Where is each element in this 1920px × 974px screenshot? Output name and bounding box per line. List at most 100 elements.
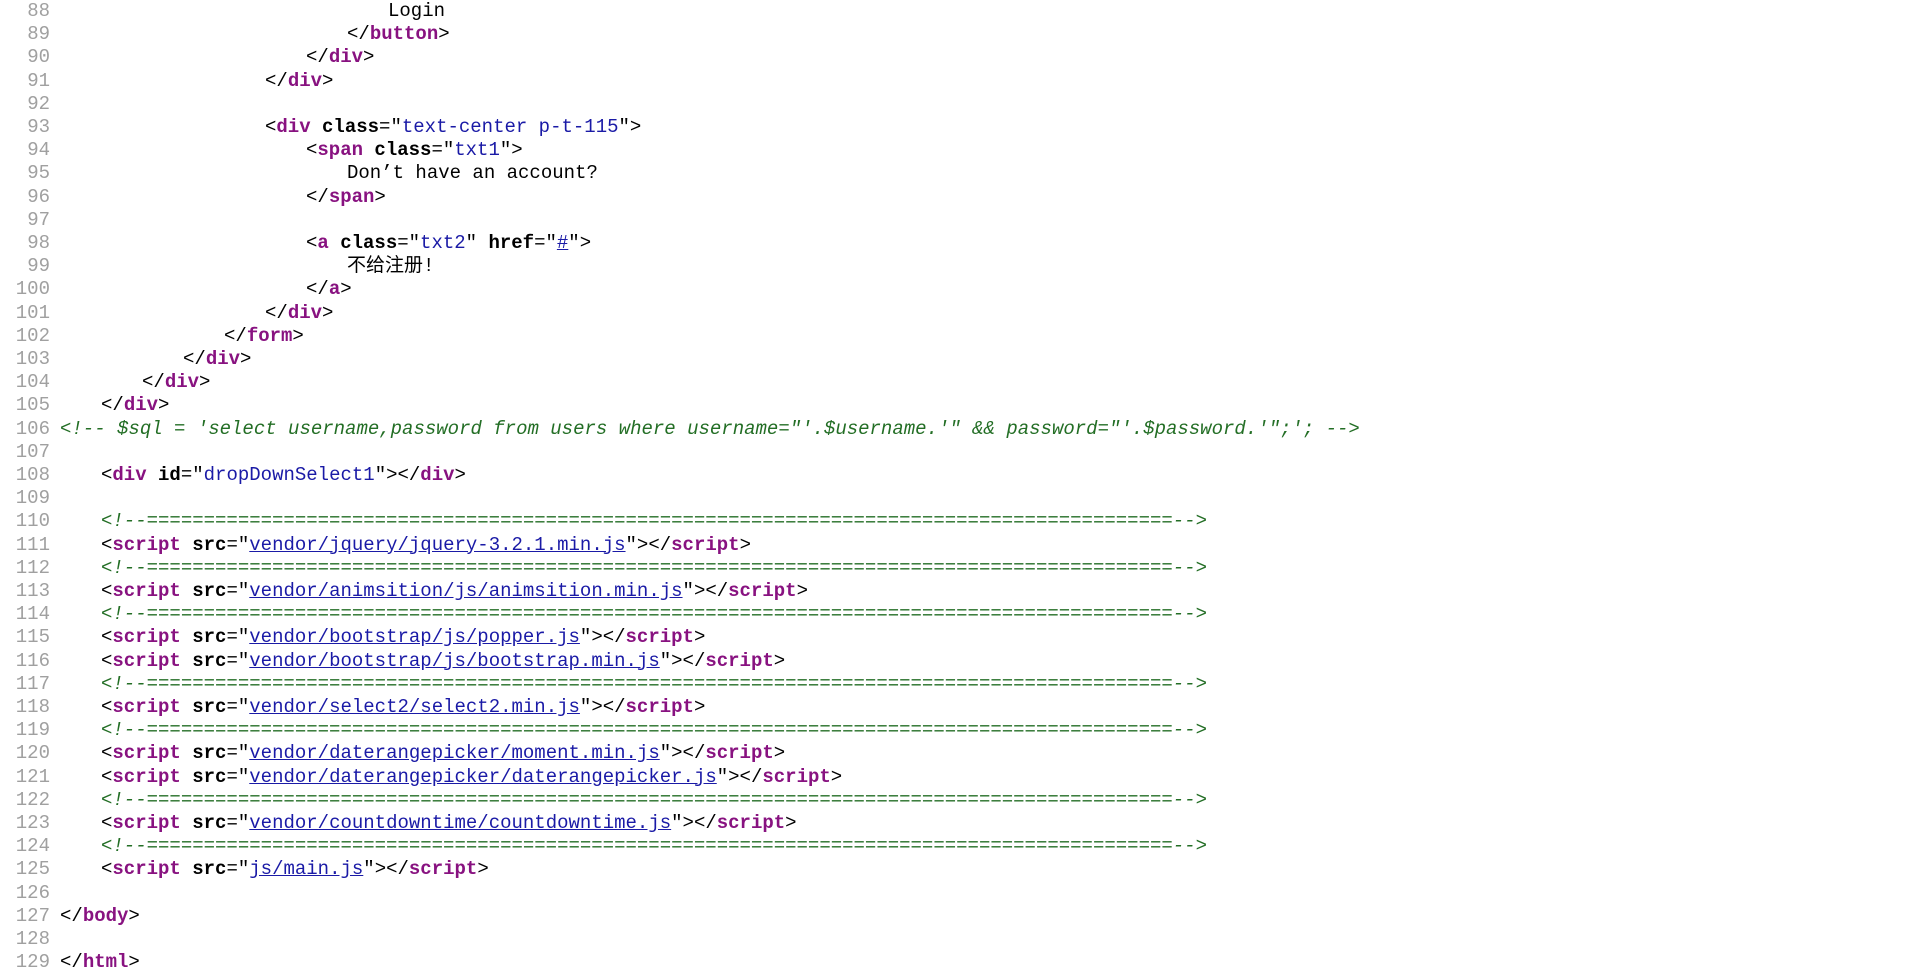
source-link[interactable]: vendor/daterangepicker/daterangepicker.j… [249, 766, 716, 788]
line-code: <script src="vendor/daterangepicker/date… [50, 766, 842, 789]
line-code: </body> [50, 905, 140, 928]
attribute-value: txt1 [454, 139, 500, 162]
source-link[interactable]: vendor/bootstrap/js/popper.js [249, 626, 580, 648]
line-code: </span> [50, 186, 386, 209]
markup-punctuation: > [363, 46, 375, 69]
source-line: 109 [0, 487, 60, 510]
line-number: 126 [15, 881, 50, 904]
markup-punctuation: > [454, 464, 466, 486]
html-tag-name: div [328, 46, 364, 69]
source-link[interactable]: vendor/daterangepicker/moment.min.js [249, 742, 659, 764]
html-comment: <!--====================================… [101, 603, 1207, 626]
text-content [181, 580, 192, 602]
text-content [181, 742, 192, 764]
line-number: 128 [15, 928, 50, 950]
html-tag-name: script [112, 812, 181, 834]
line-number: 111 [15, 533, 50, 556]
line-number: 120 [15, 742, 50, 765]
markup-punctuation: </ [347, 23, 370, 46]
markup-punctuation: "></ [374, 464, 421, 486]
line-code: </form> [50, 325, 304, 348]
html-comment: <!--====================================… [101, 672, 1207, 695]
line-code: <script src="vendor/select2/select2.min.… [50, 696, 705, 719]
source-line: 123 <script src="vendor/countdowntime/cou… [0, 812, 797, 835]
html-tag-name: div [205, 348, 241, 370]
source-link[interactable]: js/main.js [249, 858, 363, 880]
text-content [181, 766, 192, 788]
markup-punctuation: =" [226, 696, 250, 718]
html-tag-name: a [328, 278, 341, 301]
source-line: 114 <!--=================================… [0, 603, 1207, 626]
markup-punctuation: > [477, 858, 489, 881]
attribute-name: src [192, 765, 227, 788]
source-line: 98 <a class="txt2" href="#"> [0, 232, 591, 255]
text-content [181, 626, 192, 648]
line-number: 129 [15, 951, 50, 974]
markup-punctuation: </ [306, 278, 329, 301]
source-line: 108 <div id="dropDownSelect1"></div> [0, 464, 466, 487]
markup-punctuation: > [773, 649, 786, 672]
line-number: 125 [15, 858, 50, 881]
markup-punctuation: > [830, 765, 843, 788]
line-code: <!--====================================… [50, 603, 1207, 626]
line-number: 124 [15, 835, 50, 858]
source-link[interactable]: # [557, 232, 568, 254]
line-code: <script src="vendor/animsition/js/animsi… [50, 580, 808, 603]
line-number: 88 [27, 0, 50, 22]
source-link[interactable]: vendor/bootstrap/js/bootstrap.min.js [249, 650, 659, 672]
source-line: 90 </div> [0, 46, 374, 69]
line-number: 93 [27, 116, 50, 138]
html-comment: <!--====================================… [101, 788, 1207, 811]
markup-punctuation: "></ [579, 696, 626, 718]
source-line: 115 <script src="vendor/bootstrap/js/popp… [0, 626, 706, 649]
line-code: </div> [50, 302, 333, 325]
html-tag-name: div [112, 464, 147, 486]
html-tag-name: script [112, 533, 181, 556]
line-number: 100 [15, 278, 50, 301]
line-code: </div> [50, 46, 374, 69]
markup-punctuation: =" [431, 139, 455, 162]
line-number: 110 [15, 510, 50, 533]
markup-punctuation: "></ [659, 649, 706, 672]
source-link[interactable]: vendor/select2/select2.min.js [249, 696, 580, 718]
markup-punctuation: < [306, 139, 318, 162]
source-line: 117 <!--=================================… [0, 673, 1207, 696]
source-link[interactable]: vendor/animsition/js/animsition.min.js [249, 580, 682, 602]
source-link[interactable]: vendor/countdowntime/countdowntime.js [249, 812, 671, 834]
markup-punctuation: > [322, 69, 334, 92]
text-content [181, 534, 192, 556]
attribute-name: src [192, 812, 227, 834]
markup-punctuation: < [306, 232, 318, 254]
html-tag-name: script [112, 696, 181, 718]
source-line: 97 [0, 209, 60, 232]
line-number: 113 [15, 580, 50, 602]
attribute-name: id [158, 464, 181, 486]
source-line: 121 <script src="vendor/daterangepicker/d… [0, 766, 842, 789]
source-line: 128 [0, 928, 60, 951]
source-line: 105 </div> [0, 394, 170, 417]
html-tag-name: script [716, 812, 786, 834]
source-line: 96 </span> [0, 186, 386, 209]
source-line: 100 </a> [0, 278, 352, 301]
attribute-name: src [192, 696, 227, 718]
line-code: <script src="vendor/daterangepicker/mome… [50, 742, 785, 765]
line-number: 103 [15, 348, 50, 370]
markup-punctuation: > [693, 626, 706, 649]
attribute-value: txt2 [420, 232, 466, 254]
attribute-value: dropDownSelect1 [203, 464, 375, 486]
source-line: 102 </form> [0, 325, 304, 348]
markup-punctuation: =" [226, 765, 250, 788]
markup-punctuation: =" [534, 232, 557, 254]
source-line: 127 </body> [0, 905, 140, 928]
source-link[interactable]: vendor/jquery/jquery-3.2.1.min.js [249, 534, 625, 556]
line-code: <!-- $sql = 'select username,password fr… [50, 418, 1360, 441]
markup-punctuation: > [773, 742, 786, 765]
markup-punctuation: < [101, 765, 113, 788]
attribute-name: class [322, 116, 380, 138]
markup-punctuation: =" [226, 533, 250, 556]
markup-punctuation: =" [226, 626, 250, 649]
text-content [147, 464, 158, 486]
markup-punctuation: "></ [659, 742, 706, 765]
line-code: Don’t have an account? [50, 162, 598, 185]
html-tag-name: script [408, 858, 478, 881]
